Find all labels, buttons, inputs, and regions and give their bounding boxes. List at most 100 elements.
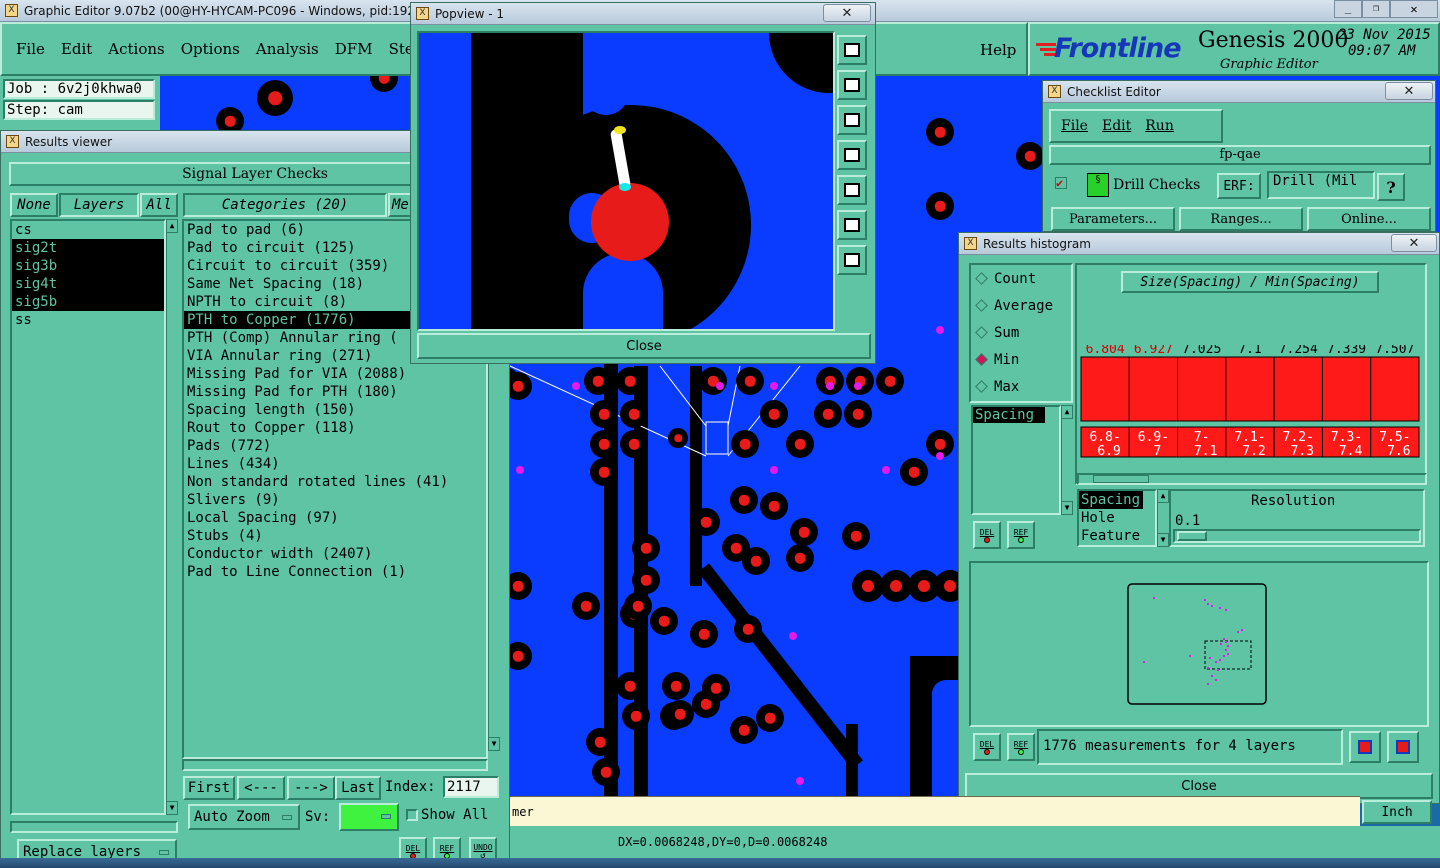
last-button[interactable]: Last <box>335 776 381 800</box>
stat-radio-max[interactable]: Max <box>971 373 1071 400</box>
layers-scrollbar[interactable]: ▲ ▼ <box>166 219 178 815</box>
histogram-bar[interactable] <box>1321 356 1372 422</box>
category-item[interactable]: Pads (772) <box>184 437 486 455</box>
layer-item[interactable]: cs <box>12 221 164 239</box>
menu-item-dfm[interactable]: DFM <box>327 40 381 58</box>
zoom-fit-icon[interactable] <box>837 35 867 65</box>
category-item[interactable]: Spacing length (150) <box>184 401 486 419</box>
show-all-checkbox[interactable] <box>406 809 418 821</box>
zoom-center-icon[interactable] <box>837 245 867 275</box>
check-checkbox[interactable]: ✔ <box>1055 177 1067 189</box>
histogram-bar[interactable] <box>1177 356 1227 422</box>
zoom-home-icon[interactable] <box>837 210 867 240</box>
scroll-down-icon[interactable]: ▼ <box>488 737 500 751</box>
checklist-close-icon[interactable]: ✕ <box>1385 82 1433 100</box>
checklist-btn-2[interactable]: Online... <box>1307 207 1431 231</box>
histogram-bar[interactable] <box>1370 356 1420 422</box>
scroll-down-icon[interactable]: ▼ <box>1157 533 1169 547</box>
layers-hscrollbar[interactable] <box>10 821 178 833</box>
category-item[interactable]: Missing Pad for PTH (180) <box>184 383 486 401</box>
slider-thumb[interactable] <box>1177 531 1207 541</box>
sv-color-select[interactable] <box>339 803 399 831</box>
category-item[interactable]: Lines (434) <box>184 455 486 473</box>
menu-item-actions[interactable]: Actions <box>100 40 172 58</box>
popview-close-button[interactable]: Close <box>417 333 871 359</box>
maximize-icon[interactable]: ❐ <box>1362 0 1390 18</box>
pan-right-icon[interactable] <box>837 175 867 205</box>
category-item[interactable]: Local Spacing (97) <box>184 509 486 527</box>
measure-scrollbar[interactable]: ▲ ▼ <box>1061 405 1073 515</box>
stat-radio-average[interactable]: Average <box>971 292 1071 319</box>
checklist-btn-0[interactable]: Parameters... <box>1051 207 1175 231</box>
prev-button[interactable]: <--- <box>237 776 285 800</box>
categories-hscrollbar[interactable] <box>182 759 488 771</box>
group-item[interactable]: Feature <box>1079 527 1143 545</box>
command-line[interactable]: mer <box>510 796 1360 826</box>
measure-list[interactable]: Spacing <box>971 405 1061 515</box>
index-input[interactable]: 2117 <box>443 776 499 798</box>
hist-del-button[interactable]: DEL <box>973 521 1001 549</box>
pan-left-icon[interactable] <box>837 140 867 170</box>
histogram-close-icon[interactable]: ✕ <box>1391 234 1437 252</box>
checklist-menu-edit[interactable]: Edit <box>1102 118 1131 134</box>
first-button[interactable]: First <box>183 776 235 800</box>
layer-item[interactable]: ss <box>12 311 164 329</box>
resolution-slider[interactable] <box>1173 529 1421 543</box>
checklist-btn-1[interactable]: Ranges... <box>1179 207 1303 231</box>
layers-tab[interactable]: Layers <box>59 193 139 217</box>
zoom-in-icon[interactable] <box>837 70 867 100</box>
scroll-thumb[interactable] <box>1093 475 1149 483</box>
minimize-icon[interactable]: _ <box>1334 0 1362 18</box>
menu-item-edit[interactable]: Edit <box>53 40 100 58</box>
category-item[interactable]: Conductor width (2407) <box>184 545 486 563</box>
zoom-option-menu[interactable]: Auto Zoom <box>188 804 300 830</box>
hist-del-button-2[interactable]: DEL <box>973 733 1001 761</box>
units-menu[interactable]: Inch <box>1362 800 1432 824</box>
histogram-bar[interactable] <box>1128 356 1179 422</box>
category-item[interactable]: Non standard rotated lines (41) <box>184 473 486 491</box>
menu-item-file[interactable]: File <box>8 40 53 58</box>
histogram-bar[interactable] <box>1273 356 1323 422</box>
layer-item[interactable]: sig2t <box>12 239 164 257</box>
scroll-down-icon[interactable]: ▼ <box>166 801 178 815</box>
category-item[interactable]: Stubs (4) <box>184 527 486 545</box>
measure-item[interactable]: Spacing <box>973 407 1045 423</box>
category-item[interactable]: Pad to Line Connection (1) <box>184 563 486 581</box>
chart-hscrollbar[interactable] <box>1077 473 1427 485</box>
popview-canvas[interactable] <box>417 31 835 331</box>
group-scrollbar[interactable]: ▲ ▼ <box>1157 489 1169 547</box>
help-menu[interactable]: Help <box>980 41 1016 59</box>
popview-close-icon[interactable]: ✕ <box>823 4 871 22</box>
category-item[interactable]: Slivers (9) <box>184 491 486 509</box>
import-icon[interactable] <box>1387 731 1419 763</box>
stat-radio-min[interactable]: Min <box>971 346 1071 373</box>
menu-item-options[interactable]: Options <box>173 40 248 58</box>
layer-item[interactable]: sig3b <box>12 257 164 275</box>
layer-item[interactable]: sig4t <box>12 275 164 293</box>
layers-list[interactable]: cs sig2t sig3b sig4t sig5b ss <box>10 219 166 815</box>
group-list[interactable]: Spacing Hole Feature <box>1077 489 1157 547</box>
scroll-up-icon[interactable]: ▲ <box>1157 489 1169 503</box>
layers-all-button[interactable]: All <box>140 193 178 217</box>
menu-item-analysis[interactable]: Analysis <box>248 40 327 58</box>
stat-radio-sum[interactable]: Sum <box>971 319 1071 346</box>
hist-ref-button[interactable]: REF <box>1007 521 1035 549</box>
histogram-bar[interactable] <box>1225 356 1275 422</box>
export-icon[interactable] <box>1349 731 1381 763</box>
board-minimap[interactable] <box>1127 583 1269 707</box>
histogram-bar[interactable] <box>1080 356 1130 422</box>
check-help-button[interactable]: ? <box>1377 173 1405 201</box>
category-item[interactable]: Missing Pad for VIA (2088) <box>184 365 486 383</box>
hist-ref-button-2[interactable]: REF <box>1007 733 1035 761</box>
scroll-down-icon[interactable]: ▼ <box>1061 501 1073 515</box>
group-item[interactable]: Hole <box>1079 509 1143 527</box>
checklist-menu-file[interactable]: File <box>1061 118 1088 134</box>
next-button[interactable]: ---> <box>287 776 335 800</box>
checklist-menu-run[interactable]: Run <box>1145 118 1174 134</box>
category-item[interactable]: Rout to Copper (118) <box>184 419 486 437</box>
zoom-out-icon[interactable] <box>837 105 867 135</box>
layers-none-button[interactable]: None <box>10 193 58 217</box>
erf-input[interactable]: Drill (Mil <box>1267 171 1375 199</box>
scroll-up-icon[interactable]: ▲ <box>1061 405 1073 419</box>
layer-item[interactable]: sig5b <box>12 293 164 311</box>
